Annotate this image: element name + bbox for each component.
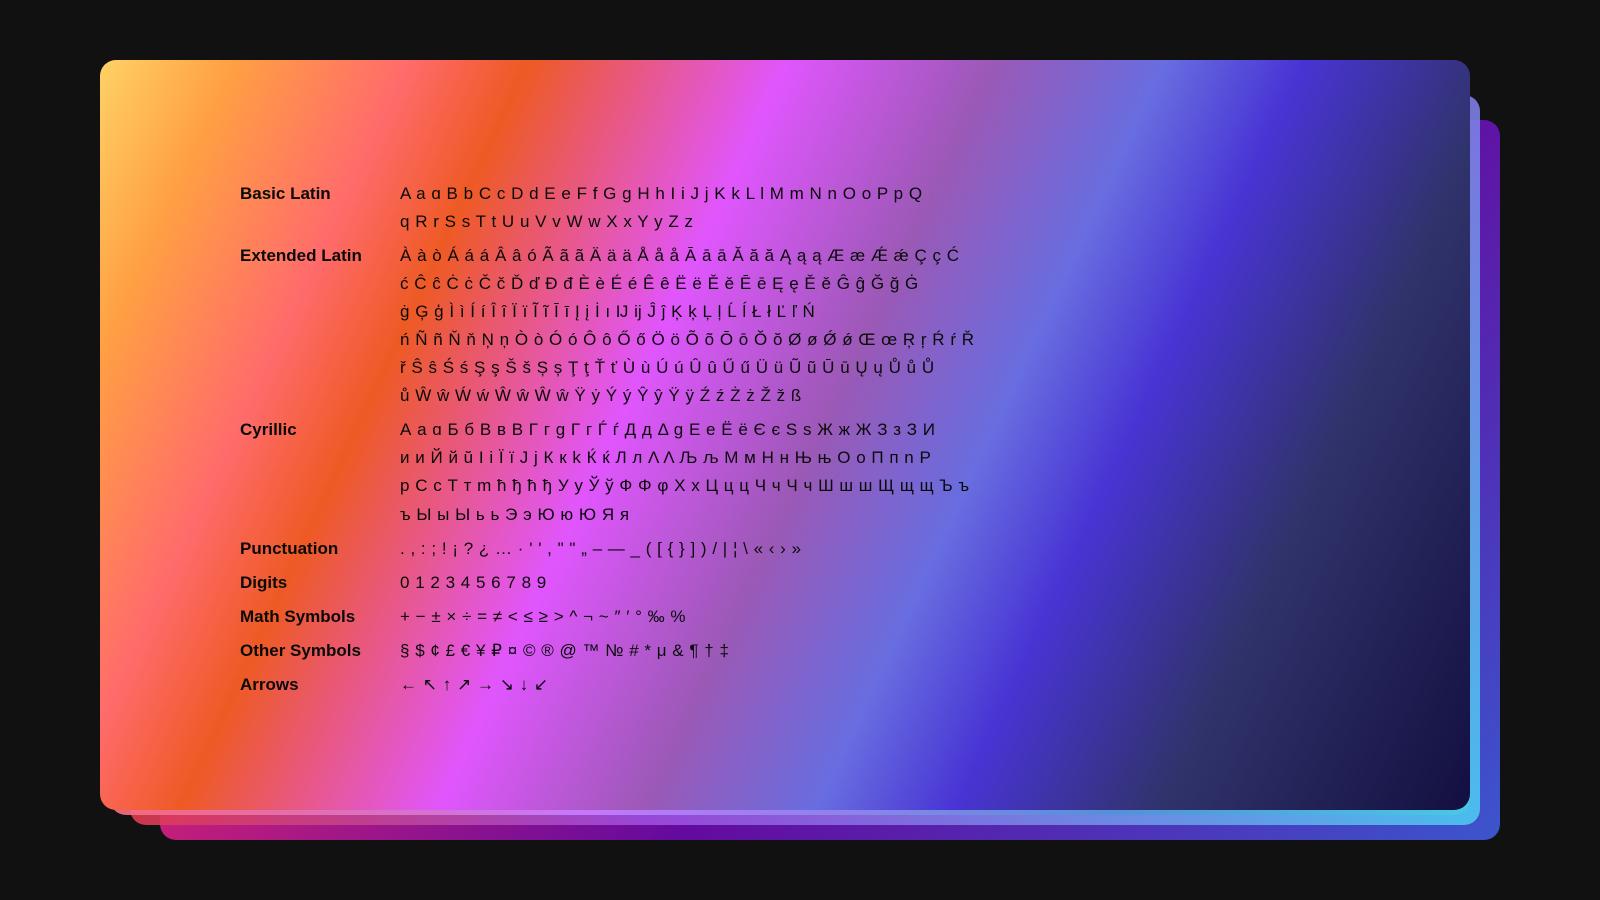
row-math-symbols: Math Symbols + − ± × ÷ = ≠ < ≤ ≥ > ^ ¬ ~… bbox=[240, 603, 1390, 637]
chars-extended-latin: À à ò Á á á Â â ó Ã ã ã Ä ä ä Å å å Ā ā … bbox=[400, 242, 1390, 416]
row-arrows: Arrows ← ↖ ↑ ↗ → ↘ ↓ ↙ bbox=[240, 671, 1390, 705]
label-punctuation: Punctuation bbox=[240, 535, 400, 569]
scene: Basic Latin A a ɑ B b C c D d E e F f G … bbox=[100, 60, 1500, 840]
chars-cyrillic: А а ɑ Б б В в Β Г г ɡ Г г Ѓ ѓ Д д Δ g Е … bbox=[400, 416, 1390, 534]
label-arrows: Arrows bbox=[240, 671, 400, 705]
glyph-table: Basic Latin A a ɑ B b C c D d E e F f G … bbox=[240, 180, 1390, 705]
chars-punctuation: . , : ; ! ¡ ? ¿ … · ' ' , " " „ – — _ ( … bbox=[400, 535, 1390, 569]
chars-other-symbols: § $ ¢ £ € ¥ ₽ ¤ © ® @ ™ № # * μ & ¶ † ‡ bbox=[400, 637, 1390, 671]
chars-basic-latin: A a ɑ B b C c D d E e F f G g H h I i J … bbox=[400, 180, 1390, 242]
row-other-symbols: Other Symbols § $ ¢ £ € ¥ ₽ ¤ © ® @ ™ № … bbox=[240, 637, 1390, 671]
label-math-symbols: Math Symbols bbox=[240, 603, 400, 637]
row-punctuation: Punctuation . , : ; ! ¡ ? ¿ … · ' ' , " … bbox=[240, 535, 1390, 569]
row-digits: Digits 0 1 2 3 4 5 6 7 8 9 bbox=[240, 569, 1390, 603]
chars-arrows: ← ↖ ↑ ↗ → ↘ ↓ ↙ bbox=[400, 671, 1390, 705]
row-extended-latin: Extended Latin À à ò Á á á Â â ó Ã ã ã Ä… bbox=[240, 242, 1390, 416]
row-basic-latin: Basic Latin A a ɑ B b C c D d E e F f G … bbox=[240, 180, 1390, 242]
row-cyrillic: Cyrillic А а ɑ Б б В в Β Г г ɡ Г г Ѓ ѓ Д… bbox=[240, 416, 1390, 534]
card-main: Basic Latin A a ɑ B b C c D d E e F f G … bbox=[100, 60, 1470, 810]
label-digits: Digits bbox=[240, 569, 400, 603]
chars-math-symbols: + − ± × ÷ = ≠ < ≤ ≥ > ^ ¬ ~ ″ ′ ° ‰ % bbox=[400, 603, 1390, 637]
chars-digits: 0 1 2 3 4 5 6 7 8 9 bbox=[400, 569, 1390, 603]
label-basic-latin: Basic Latin bbox=[240, 180, 400, 242]
label-extended-latin: Extended Latin bbox=[240, 242, 400, 416]
label-other-symbols: Other Symbols bbox=[240, 637, 400, 671]
label-cyrillic: Cyrillic bbox=[240, 416, 400, 534]
content-area: Basic Latin A a ɑ B b C c D d E e F f G … bbox=[240, 180, 1390, 750]
